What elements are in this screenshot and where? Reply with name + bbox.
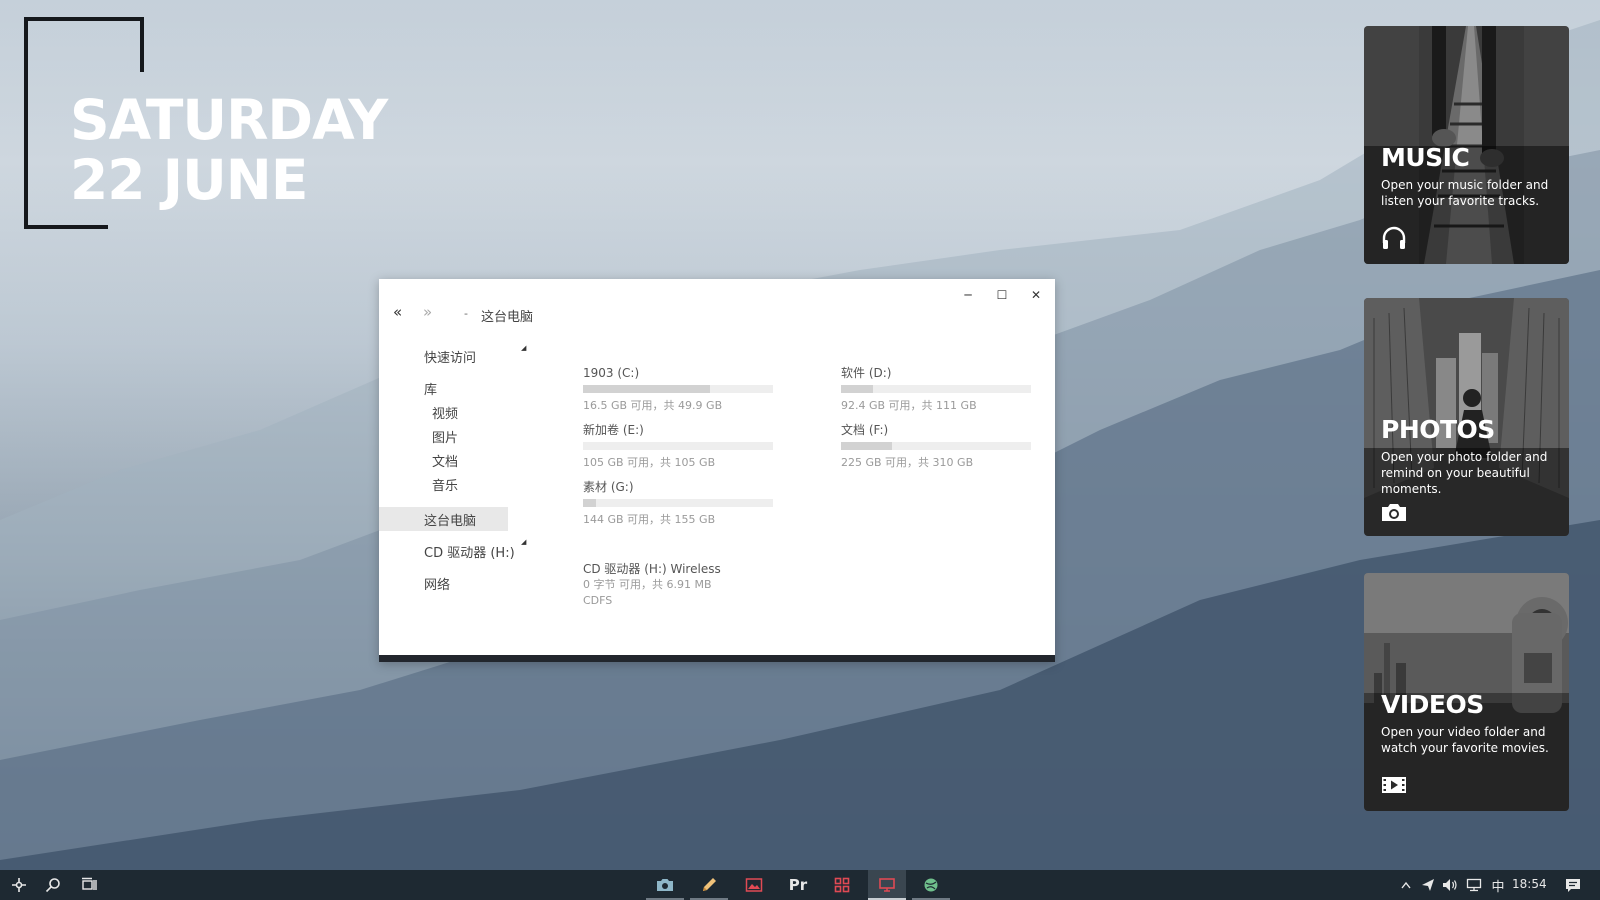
frame-top-bar	[24, 17, 144, 21]
sidebar-item-network[interactable]: 网络	[424, 574, 450, 593]
sidebar-item-music[interactable]: 音乐	[432, 475, 458, 494]
cd-drive-filesystem: CDFS	[583, 594, 613, 607]
drive-name: 新加卷 (E:)	[583, 423, 644, 437]
search-icon[interactable]	[34, 870, 72, 900]
sidebar-item-cd-drive[interactable]: CD 驱动器 (H:)	[424, 542, 515, 561]
date-widget: SATURDAY 22 JUNE	[70, 88, 388, 212]
usage-bar	[841, 442, 1031, 450]
music-card-title: MUSIC	[1381, 143, 1470, 172]
cd-drive-info: 0 字节 可用，共 6.91 MB	[583, 578, 712, 591]
photos-card-description: Open your photo folder and remind on you…	[1381, 450, 1548, 496]
usage-bar	[583, 442, 773, 450]
grid-app-icon[interactable]	[823, 870, 861, 900]
camera-app-icon[interactable]	[646, 870, 684, 900]
monitor-app-icon[interactable]	[868, 870, 906, 900]
expand-caret-icon[interactable]: ◢	[521, 344, 526, 352]
minimize-button[interactable]: ─	[951, 283, 985, 307]
drive-c[interactable]: 1903 (C:) 16.5 GB 可用，共 49.9 GB	[583, 365, 775, 413]
sidebar-item-this-pc[interactable]: 这台电脑	[424, 510, 476, 529]
pen-app-icon[interactable]	[690, 870, 728, 900]
drive-name: 软件 (D:)	[841, 366, 892, 380]
address-separator: -	[464, 307, 468, 320]
music-card[interactable]: MUSIC Open your music folder and listen …	[1364, 26, 1569, 264]
sidebar-item-documents[interactable]: 文档	[432, 451, 458, 470]
network-icon[interactable]	[1463, 870, 1485, 900]
premiere-label: Pr	[788, 876, 808, 894]
drive-d[interactable]: 软件 (D:) 92.4 GB 可用，共 111 GB	[841, 365, 1033, 413]
camera-icon	[1382, 504, 1406, 521]
videos-card[interactable]: VIDEOS Open your video folder and watch …	[1364, 573, 1569, 811]
window-bottom-bar	[379, 655, 1055, 662]
usage-bar	[841, 385, 1031, 393]
globe-app-icon[interactable]	[912, 870, 950, 900]
volume-icon[interactable]	[1440, 870, 1460, 900]
drive-name: 素材 (G:)	[583, 480, 634, 494]
sidebar-item-library[interactable]: 库	[424, 379, 437, 398]
drive-info: 92.4 GB 可用，共 111 GB	[841, 399, 977, 412]
drive-f[interactable]: 文档 (F:) 225 GB 可用，共 310 GB	[841, 422, 1033, 470]
usage-bar-fill	[841, 442, 893, 450]
photos-card-title: PHOTOS	[1381, 415, 1495, 444]
drive-info: 225 GB 可用，共 310 GB	[841, 456, 974, 469]
send-icon[interactable]	[1418, 870, 1438, 900]
drive-h-cd[interactable]: CD 驱动器 (H:) Wireless 0 字节 可用，共 6.91 MB C…	[583, 561, 721, 609]
file-explorer-window: ─ ☐ ✕ « » - 这台电脑 快速访问 ◢ 库 视频 图片 文档 音乐 这台…	[379, 279, 1055, 662]
frame-right-bar	[140, 17, 144, 72]
cd-drive-name: CD 驱动器 (H:) Wireless	[583, 562, 721, 576]
videos-card-description: Open your video folder and watch your fa…	[1381, 725, 1549, 755]
drive-info: 144 GB 可用，共 155 GB	[583, 513, 716, 526]
sidebar-item-pictures[interactable]: 图片	[432, 427, 458, 446]
usage-bar	[583, 385, 773, 393]
task-view-icon[interactable]	[70, 870, 108, 900]
close-button[interactable]: ✕	[1019, 283, 1053, 307]
show-hidden-icons-icon[interactable]	[1397, 870, 1415, 900]
notifications-icon[interactable]	[1560, 870, 1586, 900]
input-method-indicator[interactable]: 中	[1488, 870, 1508, 900]
taskbar: Pr 中 18:54	[0, 870, 1600, 900]
weekday-label: SATURDAY	[70, 88, 388, 152]
maximize-button[interactable]: ☐	[985, 283, 1019, 307]
drive-info: 16.5 GB 可用，共 49.9 GB	[583, 399, 723, 412]
sidebar-item-videos[interactable]: 视频	[432, 403, 458, 422]
usage-bar-fill	[583, 385, 711, 393]
start-icon[interactable]	[0, 870, 38, 900]
frame-bottom-bar	[24, 225, 108, 229]
sidebar-item-quick-access[interactable]: 快速访问	[424, 347, 476, 366]
taskbar-clock[interactable]: 18:54	[1512, 877, 1547, 891]
drive-g[interactable]: 素材 (G:) 144 GB 可用，共 155 GB	[583, 479, 775, 527]
music-card-description: Open your music folder and listen your f…	[1381, 178, 1549, 208]
expand-caret-icon[interactable]: ◢	[521, 538, 526, 546]
headphones-icon	[1382, 226, 1406, 249]
drive-name: 文档 (F:)	[841, 423, 889, 437]
photos-card[interactable]: PHOTOS Open your photo folder and remind…	[1364, 298, 1569, 536]
frame-left-bar	[24, 17, 28, 229]
back-button[interactable]: «	[393, 303, 402, 321]
drive-info: 105 GB 可用，共 105 GB	[583, 456, 716, 469]
drive-e[interactable]: 新加卷 (E:) 105 GB 可用，共 105 GB	[583, 422, 775, 470]
drive-name: 1903 (C:)	[583, 366, 640, 380]
videos-card-title: VIDEOS	[1381, 690, 1484, 719]
picture-app-icon[interactable]	[735, 870, 773, 900]
forward-button[interactable]: »	[423, 303, 432, 321]
usage-bar-fill	[841, 385, 874, 393]
premiere-icon[interactable]: Pr	[779, 870, 817, 900]
date-label: 22 JUNE	[70, 148, 308, 212]
usage-bar-fill	[583, 499, 597, 507]
usage-bar	[583, 499, 773, 507]
address-bar[interactable]: 这台电脑	[481, 306, 533, 325]
film-icon	[1382, 777, 1406, 793]
